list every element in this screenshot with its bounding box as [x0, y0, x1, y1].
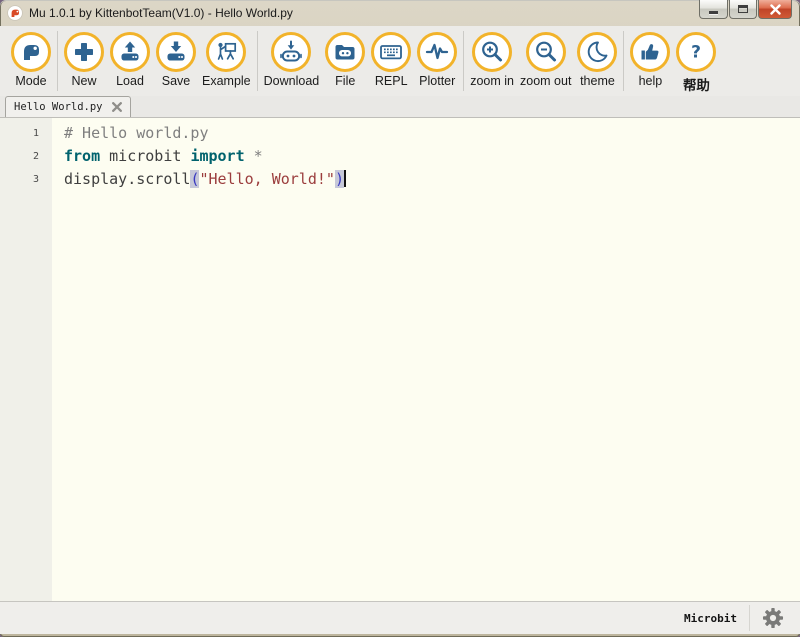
new-plus-icon [71, 39, 97, 65]
line-number: 3 [0, 168, 39, 191]
plotter-pulse-icon [424, 39, 450, 65]
toolbar-label-download: Download [264, 74, 320, 88]
close-button[interactable] [758, 0, 792, 19]
toolbar-label-mode: Mode [15, 74, 46, 88]
minimize-icon [709, 11, 718, 14]
toolbar-label-help-zh: 帮助 [683, 74, 710, 94]
toolbar-separator [463, 31, 464, 91]
toolbar-button-mode[interactable]: Mode [8, 26, 54, 88]
app-window: Mu 1.0.1 by KittenbotTeam(V1.0) - Hello … [0, 0, 800, 637]
mu-logo-icon [7, 5, 23, 21]
toolbar-button-plotter[interactable]: Plotter [414, 26, 460, 88]
toolbar-separator [57, 31, 58, 91]
toolbar-button-file[interactable]: File [322, 26, 368, 88]
code-token-operator: * [245, 147, 263, 165]
help-thumbs-up-icon [637, 39, 663, 65]
toolbar-button-new[interactable]: New [61, 26, 107, 88]
question-mark-icon: ? [683, 39, 709, 65]
toolbar-button-example[interactable]: Example [199, 26, 254, 88]
toolbar-button-help[interactable]: help [627, 26, 673, 94]
toolbar-label-load: Load [116, 74, 144, 88]
code-token-plain: display.scroll [64, 170, 190, 188]
code-token-keyword: from [64, 147, 100, 165]
code-area[interactable]: # Hello world.pyfrom microbit import *di… [52, 118, 800, 601]
repl-keyboard-icon [378, 39, 404, 65]
zoom-in-icon [479, 39, 505, 65]
close-icon [112, 102, 122, 112]
tab-title: Hello World.py [14, 101, 103, 113]
toolbar-separator [257, 31, 258, 91]
code-token-plain: microbit [100, 147, 190, 165]
toolbar-button-zoom-out[interactable]: zoom out [517, 26, 574, 88]
status-bar: Microbit [0, 601, 800, 634]
toolbar-label-zoom-out: zoom out [520, 74, 571, 88]
maximize-icon [738, 5, 748, 13]
toolbar-button-help-zh[interactable]: ? 帮助 [673, 26, 719, 94]
window-title: Mu 1.0.1 by KittenbotTeam(V1.0) - Hello … [29, 6, 293, 20]
toolbar-label-new: New [71, 74, 96, 88]
titlebar[interactable]: Mu 1.0.1 by KittenbotTeam(V1.0) - Hello … [0, 0, 800, 26]
svg-text:?: ? [692, 43, 702, 63]
minimize-button[interactable] [699, 0, 728, 19]
load-upload-icon [117, 39, 143, 65]
status-separator [749, 605, 750, 631]
code-editor: 123 # Hello world.py from microbit import… [0, 118, 800, 601]
toolbar-button-theme[interactable]: theme [574, 26, 620, 88]
toolbar-button-save[interactable]: Save [153, 26, 199, 88]
code-token-keyword: import [190, 147, 244, 165]
toolbar-button-download[interactable]: Download [261, 26, 323, 88]
toolbar-label-zoom-in: zoom in [470, 74, 514, 88]
toolbar-label-help: help [639, 74, 663, 88]
settings-button[interactable] [760, 605, 786, 631]
code-token-paren: ) [335, 170, 344, 188]
window-controls [698, 0, 792, 19]
theme-moon-icon [584, 39, 610, 65]
text-cursor [344, 170, 346, 187]
toolbar-label-plotter: Plotter [419, 74, 455, 88]
close-icon [770, 4, 781, 15]
download-robot-icon [278, 39, 304, 65]
toolbar-separator [623, 31, 624, 91]
tab-bar: Hello World.py [0, 96, 800, 118]
line-number-gutter: 123 [0, 118, 52, 601]
save-download-icon [163, 39, 189, 65]
code-token-string: "Hello, World!" [199, 170, 334, 188]
mode-mu-logo-icon [18, 39, 44, 65]
code-line[interactable]: # Hello world.py [64, 122, 800, 145]
toolbar-button-repl[interactable]: REPL [368, 26, 414, 88]
code-line[interactable]: from microbit import * [64, 145, 800, 168]
toolbar-label-theme: theme [580, 74, 615, 88]
toolbar-label-save: Save [162, 74, 191, 88]
toolbar-button-load[interactable]: Load [107, 26, 153, 88]
toolbar: Mode New Load [0, 26, 800, 96]
toolbar-button-zoom-in[interactable]: zoom in [467, 26, 517, 88]
status-mode-label: Microbit [684, 612, 737, 625]
file-folder-icon [332, 39, 358, 65]
gear-icon [761, 606, 785, 630]
toolbar-label-repl: REPL [375, 74, 408, 88]
code-line[interactable]: display.scroll("Hello, World!") [64, 168, 800, 191]
line-number: 1 [0, 122, 39, 145]
zoom-out-icon [533, 39, 559, 65]
line-number: 2 [0, 145, 39, 168]
toolbar-label-file: File [335, 74, 355, 88]
tab-hello-world[interactable]: Hello World.py [5, 96, 131, 117]
example-presenter-icon [213, 39, 239, 65]
code-token-comment: # Hello world.py [64, 124, 209, 142]
toolbar-label-example: Example [202, 74, 251, 88]
tab-close-button[interactable] [112, 102, 122, 112]
maximize-button[interactable] [729, 0, 757, 19]
